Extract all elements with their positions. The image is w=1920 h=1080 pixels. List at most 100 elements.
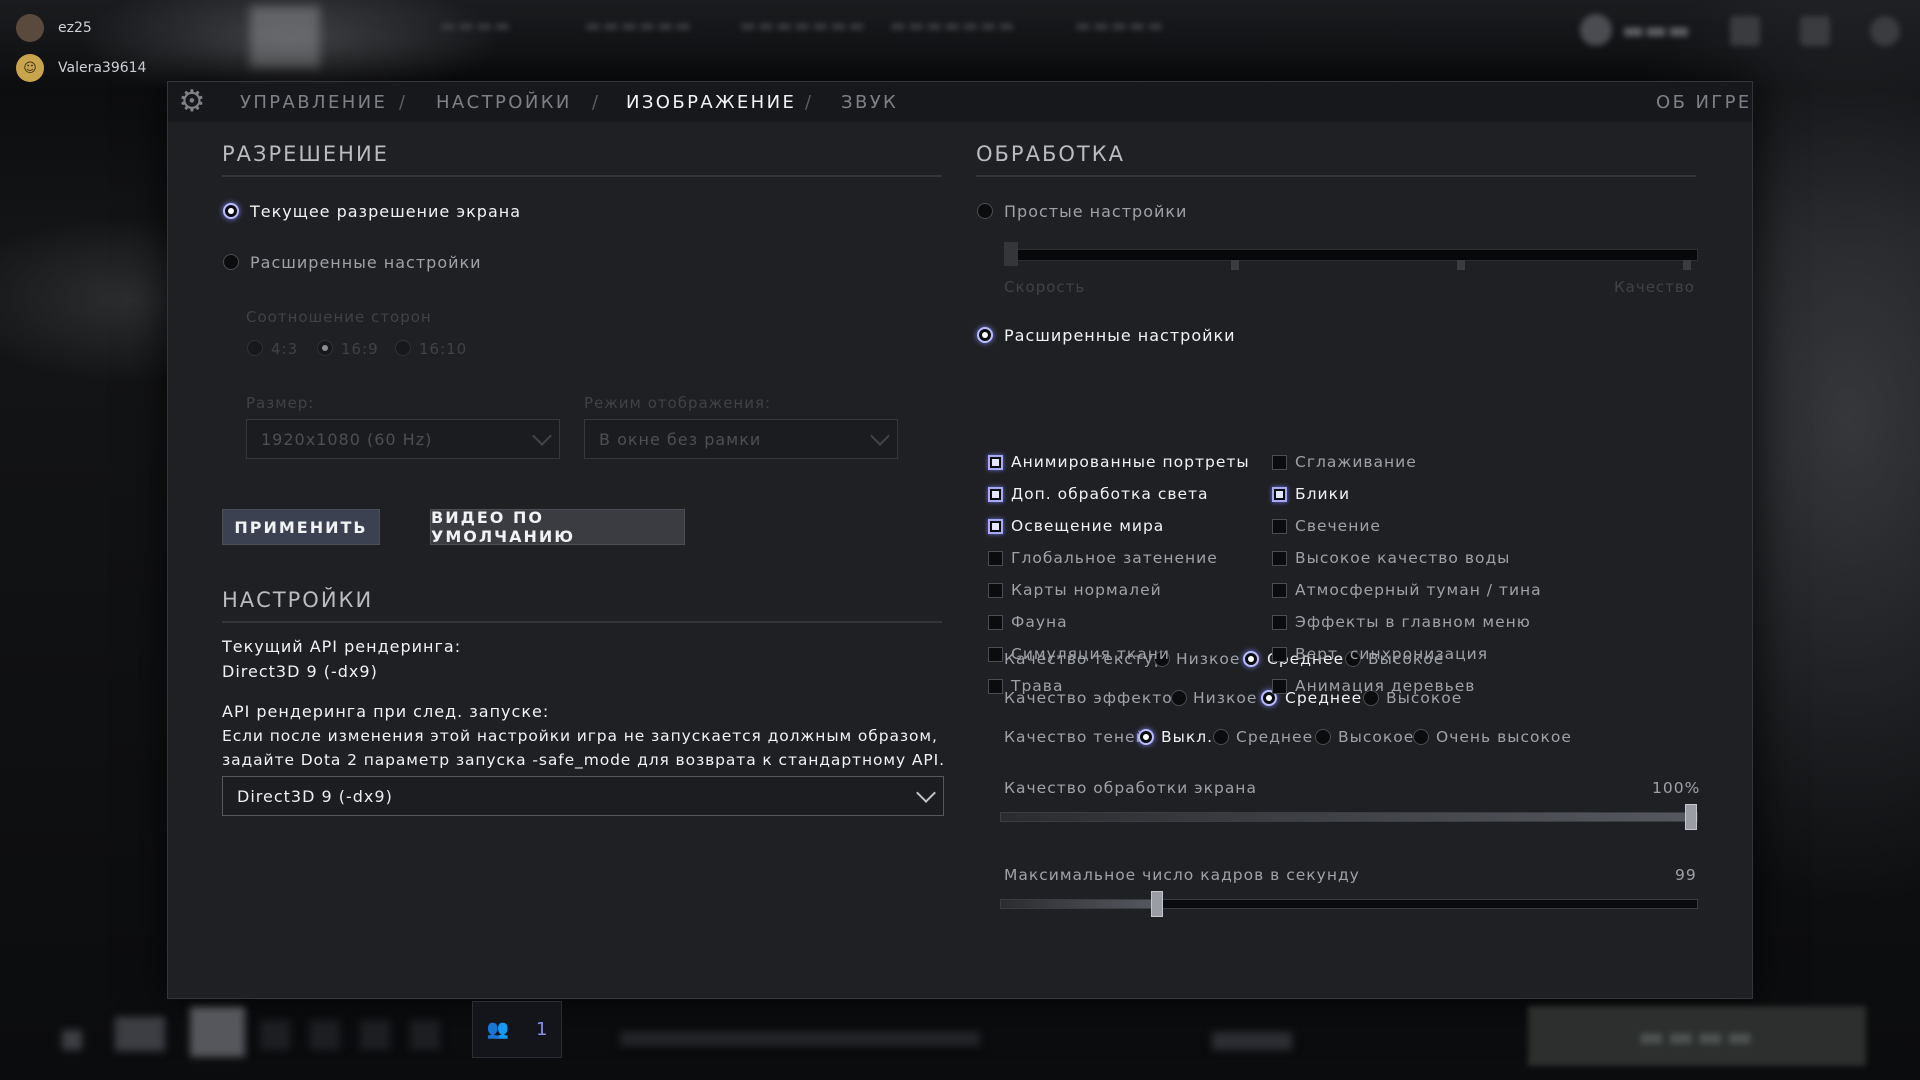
- radio-shadows-very-high[interactable]: [1413, 729, 1429, 745]
- right-option-checkbox[interactable]: [1272, 679, 1287, 694]
- blurred-button[interactable]: [115, 1017, 165, 1051]
- profile-icon[interactable]: [1800, 16, 1830, 46]
- tab-controls[interactable]: УПРАВЛЕНИЕ: [240, 92, 387, 113]
- friend-item[interactable]: ☺ Valera39614: [16, 54, 146, 82]
- friend-name: ez25: [58, 20, 92, 36]
- max-fps-label: Максимальное число кадров в секунду: [1004, 866, 1360, 884]
- radio-shadows-high[interactable]: [1315, 729, 1331, 745]
- slider-handle[interactable]: [1685, 804, 1697, 830]
- texture-low-label: Низкое: [1176, 650, 1241, 668]
- display-mode-select-value: В окне без рамки: [599, 429, 762, 449]
- radio-aspect-16-9[interactable]: [317, 340, 333, 356]
- left-option-checkbox[interactable]: [988, 551, 1003, 566]
- blurred-slot: [260, 1020, 290, 1050]
- left-option-label: Освещение мира: [1011, 517, 1165, 535]
- chevron-down-icon: [532, 426, 552, 446]
- blurred-slot: [310, 1020, 340, 1050]
- section-title-processing: ОБРАБОТКА: [976, 142, 1126, 166]
- settings-icon[interactable]: [1870, 16, 1900, 46]
- nav-blurred-item: ▬▬▬▬▬▬▬: [890, 16, 1017, 36]
- label-advanced-processing: Расширенные настройки: [1004, 326, 1236, 345]
- right-option-checkbox[interactable]: [1272, 519, 1287, 534]
- left-option-checkbox[interactable]: [988, 647, 1003, 662]
- radio-aspect-4-3[interactable]: [247, 340, 263, 356]
- left-option-checkbox[interactable]: [988, 519, 1003, 534]
- right-option-checkbox[interactable]: [1272, 615, 1287, 630]
- play-button[interactable]: ▬▬▬▬: [1528, 1006, 1866, 1066]
- right-option-label: Блики: [1295, 485, 1351, 503]
- tab-settings[interactable]: НАСТРОЙКИ: [436, 92, 572, 113]
- about-link[interactable]: ОБ ИГРЕ: [1656, 92, 1752, 113]
- slider-tick: [1683, 260, 1691, 270]
- display-mode-select[interactable]: В окне без рамки: [584, 419, 898, 459]
- display-mode-label: Режим отображения:: [584, 394, 772, 412]
- size-select[interactable]: 1920x1080 (60 Hz): [246, 419, 560, 459]
- avatar: [16, 14, 44, 42]
- left-option-label: Глобальное затенение: [1011, 549, 1218, 567]
- render-api-select[interactable]: Direct3D 9 (-dx9): [222, 776, 944, 816]
- effects-low-label: Низкое: [1193, 689, 1258, 707]
- tab-video[interactable]: ИЗОБРАЖЕНИЕ: [626, 92, 796, 113]
- shadow-quality-label: Качество теней: [1004, 728, 1147, 746]
- aspect-16-10-label: 16:10: [419, 340, 468, 358]
- left-option-checkbox[interactable]: [988, 583, 1003, 598]
- right-option-label: Эффекты в главном меню: [1295, 613, 1531, 631]
- radio-aspect-16-10[interactable]: [395, 340, 411, 356]
- video-defaults-button[interactable]: ВИДЕО ПО УМОЛЧАНИЮ: [430, 508, 685, 546]
- blurred-status-text: [620, 1032, 980, 1046]
- slider-fill: [1001, 900, 1157, 908]
- aspect-4-3-label: 4:3: [271, 340, 299, 358]
- avatar: ☺: [16, 54, 44, 82]
- left-option-label: Фауна: [1011, 613, 1068, 631]
- speed-label: Скорость: [1004, 278, 1086, 296]
- chat-icon[interactable]: [62, 1030, 82, 1050]
- left-option-checkbox[interactable]: [988, 455, 1003, 470]
- right-option-checkbox[interactable]: [1272, 487, 1287, 502]
- radio-shadows-off[interactable]: [1138, 729, 1154, 745]
- screen-quality-slider[interactable]: [1000, 804, 1698, 830]
- blurred-slot: [410, 1020, 440, 1050]
- label-advanced-resolution: Расширенные настройки: [250, 253, 482, 272]
- radio-texture-medium[interactable]: [1243, 651, 1259, 667]
- slider-handle[interactable]: [1151, 891, 1163, 917]
- render-api-select-value: Direct3D 9 (-dx9): [237, 786, 393, 806]
- radio-simple-settings[interactable]: [977, 203, 993, 219]
- radio-effects-low[interactable]: [1171, 690, 1187, 706]
- simple-quality-slider[interactable]: [1004, 242, 1698, 270]
- left-option-checkbox[interactable]: [988, 487, 1003, 502]
- divider: [976, 175, 1696, 177]
- radio-shadows-medium[interactable]: [1213, 729, 1229, 745]
- left-option-checkbox[interactable]: [988, 615, 1003, 630]
- left-option-label: Карты нормалей: [1011, 581, 1162, 599]
- tab-sound[interactable]: ЗВУК: [841, 92, 898, 113]
- size-label: Размер:: [246, 394, 315, 412]
- party-button[interactable]: 👥 1: [472, 1001, 562, 1058]
- friend-item[interactable]: ez25: [16, 14, 92, 42]
- left-option-checkbox[interactable]: [988, 679, 1003, 694]
- blurred-avatar[interactable]: [190, 1007, 245, 1057]
- right-option-checkbox[interactable]: [1272, 583, 1287, 598]
- radio-advanced-processing[interactable]: [977, 327, 993, 343]
- api-note-line-1: Если после изменения этой настройки игра…: [222, 727, 938, 745]
- apply-button[interactable]: ПРИМЕНИТЬ: [222, 509, 380, 545]
- max-fps-slider[interactable]: [1000, 891, 1698, 917]
- right-option-checkbox[interactable]: [1272, 647, 1287, 662]
- slider-tick: [1231, 260, 1239, 270]
- radio-current-resolution[interactable]: [223, 203, 239, 219]
- slider-handle[interactable]: [1004, 242, 1018, 266]
- right-option-checkbox[interactable]: [1272, 551, 1287, 566]
- aspect-label: Соотношение сторон: [246, 308, 432, 326]
- blurred-slot: [360, 1020, 390, 1050]
- tab-separator: /: [592, 92, 599, 113]
- menu-icon[interactable]: [1730, 16, 1760, 46]
- right-option-checkbox[interactable]: [1272, 455, 1287, 470]
- settings-panel: ⚙ УПРАВЛЕНИЕ / НАСТРОЙКИ / ИЗОБРАЖЕНИЕ /…: [167, 81, 1753, 999]
- quality-label: Качество: [1614, 278, 1695, 296]
- api-next-label: API рендеринга при след. запуске:: [222, 702, 550, 721]
- label-current-resolution: Текущее разрешение экрана: [250, 202, 522, 221]
- radio-advanced-resolution[interactable]: [223, 254, 239, 270]
- left-option-label: Доп. обработка света: [1011, 485, 1209, 503]
- screen-quality-label: Качество обработки экрана: [1004, 779, 1257, 797]
- screen-quality-value: 100%: [1652, 779, 1701, 797]
- right-option-label: Анимация деревьев: [1295, 677, 1476, 695]
